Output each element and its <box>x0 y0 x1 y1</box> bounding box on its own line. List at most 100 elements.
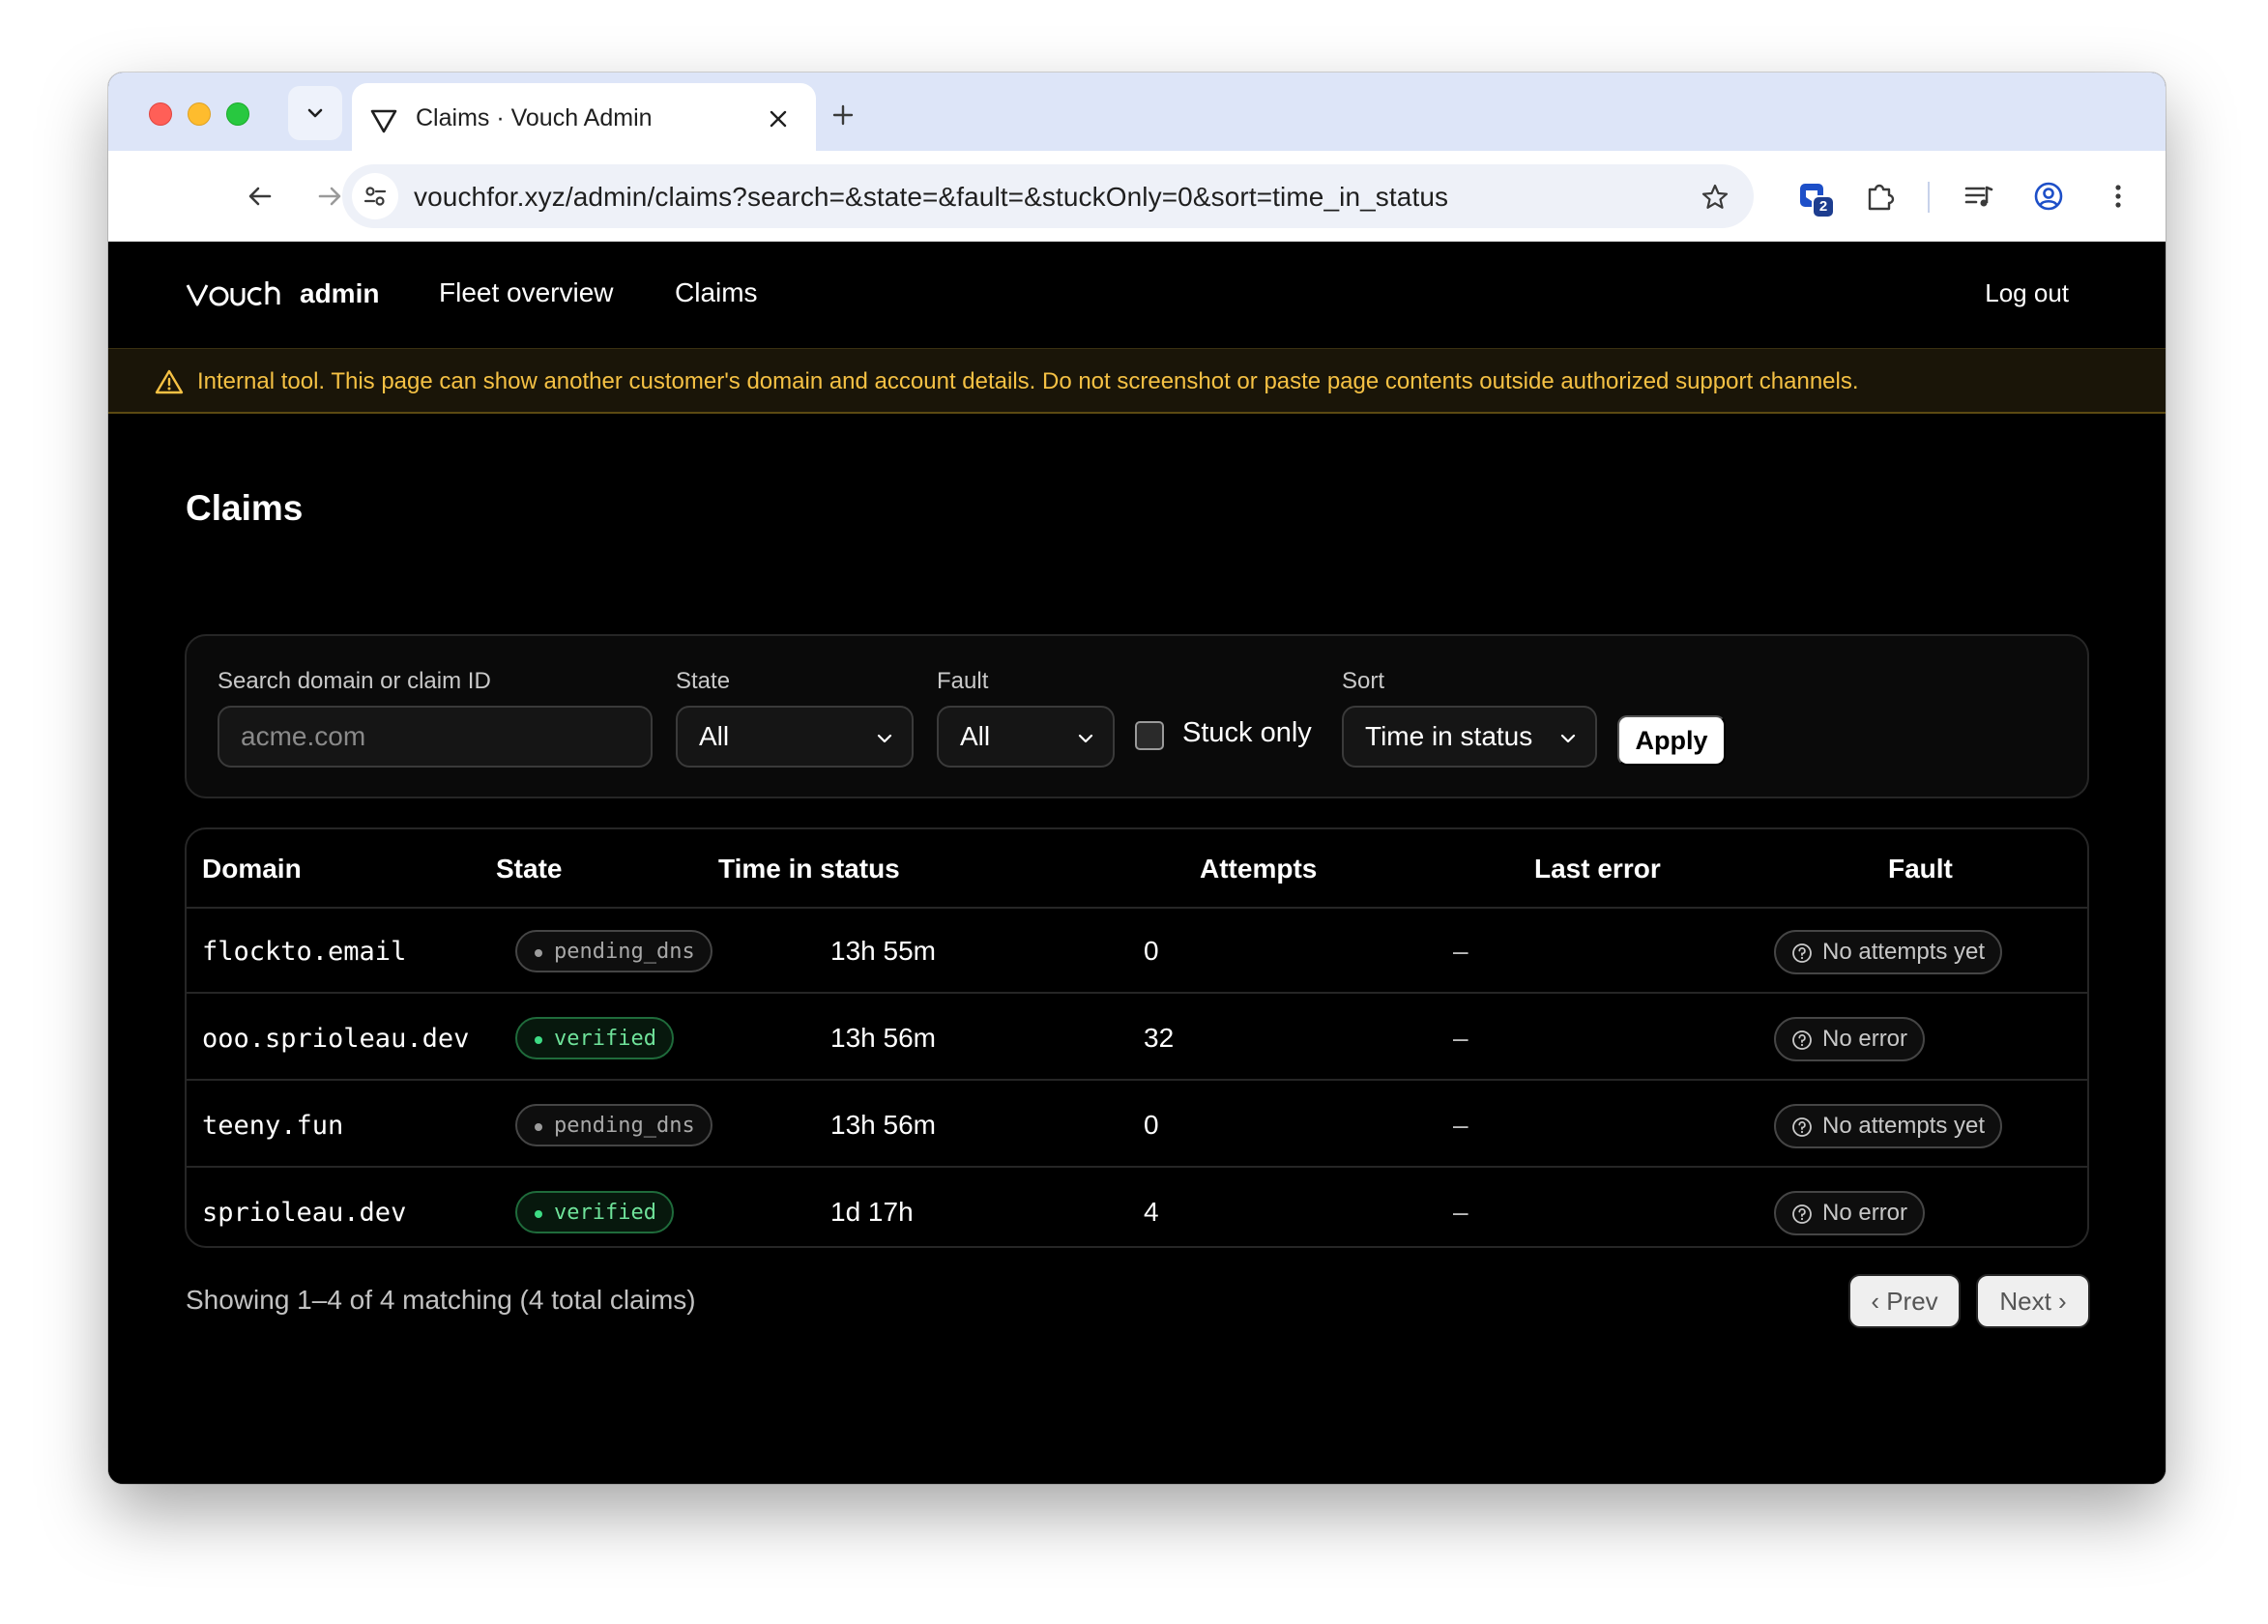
table-row[interactable]: ooo.sprioleau.dev verified 13h 56m 32 – … <box>187 996 2087 1081</box>
chevron-down-icon <box>307 108 323 118</box>
arrow-left-icon <box>248 187 272 206</box>
last-error-cell: – <box>1453 1197 1468 1227</box>
stuck-only-label[interactable]: Stuck only <box>1182 717 1312 749</box>
app-page: admin Fleet overview Claims Log out Inte… <box>108 242 2166 1484</box>
tune-icon <box>363 187 387 206</box>
last-error-cell: – <box>1453 1023 1468 1053</box>
sort-label: Sort <box>1342 668 1385 694</box>
media-controls-button[interactable] <box>1957 174 2001 218</box>
profile-icon <box>2034 182 2063 211</box>
time-cell: 1d 17h <box>830 1197 914 1227</box>
close-icon <box>770 110 787 128</box>
fault-text: No attempts yet <box>1822 939 1986 965</box>
filter-panel: Search domain or claim ID acme.com State… <box>185 634 2089 798</box>
table-row[interactable]: teeny.fun pending_dns 13h 56m 0 – No att… <box>187 1083 2087 1168</box>
apply-button[interactable]: Apply <box>1617 715 1726 766</box>
more-vertical-icon <box>2115 185 2121 208</box>
table-header: Domain State Time in status Attempts Las… <box>187 829 2087 909</box>
column-header-fault[interactable]: Fault <box>1888 854 1953 884</box>
column-header-attempts[interactable]: Attempts <box>1200 854 1317 884</box>
help-circle-icon <box>1792 1030 1812 1050</box>
logo-word: admin <box>300 278 380 308</box>
page-title: Claims <box>186 488 304 528</box>
help-circle-icon <box>1792 1117 1812 1137</box>
domain-cell[interactable]: flockto.email <box>202 937 406 967</box>
fault-text: No attempts yet <box>1822 1113 1986 1139</box>
extension-vouch-button[interactable]: 2 <box>1790 174 1835 218</box>
tab-close-button[interactable] <box>762 102 795 135</box>
browser-window: Claims · Vouch Admin vouchfor.xyz/admin/… <box>108 72 2166 1484</box>
nav-link-fleet-overview[interactable]: Fleet overview <box>439 277 614 308</box>
state-select-value: All <box>699 721 730 751</box>
profile-button[interactable] <box>2026 174 2071 218</box>
star-icon <box>1701 184 1729 209</box>
browser-menu-button[interactable] <box>2096 174 2140 218</box>
sort-select-value: Time in status <box>1365 721 1533 751</box>
bookmark-button[interactable] <box>1696 178 1734 217</box>
extension-badge: 2 <box>1812 195 1835 218</box>
close-window-button[interactable] <box>149 102 172 126</box>
vouch-logo[interactable]: admin <box>186 276 379 311</box>
fault-select[interactable]: All <box>937 706 1115 768</box>
last-error-cell: – <box>1453 936 1468 966</box>
address-bar[interactable]: vouchfor.xyz/admin/claims?search=&state=… <box>342 164 1754 228</box>
fault-badge: No attempts yet <box>1774 930 2003 974</box>
fault-text: No error <box>1822 1026 1908 1052</box>
help-circle-icon <box>1792 943 1812 963</box>
state-badge: verified <box>515 1017 674 1059</box>
warning-banner: Internal tool. This page can show anothe… <box>108 348 2166 414</box>
playlist-icon <box>1964 186 1993 207</box>
attempts-cell: 32 <box>1144 1023 1175 1053</box>
state-select[interactable]: All <box>676 706 914 768</box>
column-header-state[interactable]: State <box>496 854 562 884</box>
arrow-right-icon <box>318 187 341 206</box>
chevron-down-icon <box>1560 734 1576 743</box>
attempts-cell: 0 <box>1144 936 1159 966</box>
plus-icon <box>832 104 854 126</box>
chevron-down-icon <box>1078 734 1093 743</box>
domain-cell[interactable]: teeny.fun <box>202 1111 343 1141</box>
time-cell: 13h 56m <box>830 1110 936 1140</box>
new-tab-button[interactable] <box>824 96 862 134</box>
state-badge: pending_dns <box>515 1104 712 1146</box>
last-error-cell: – <box>1453 1110 1468 1140</box>
browser-tab[interactable]: Claims · Vouch Admin <box>352 83 816 153</box>
puzzle-icon <box>1868 184 1895 211</box>
extensions-button[interactable] <box>1858 174 1903 218</box>
nav-link-claims[interactable]: Claims <box>675 277 758 308</box>
back-button[interactable] <box>238 174 282 218</box>
stuck-only-checkbox[interactable] <box>1135 721 1164 750</box>
logout-button[interactable]: Log out <box>1985 278 2069 308</box>
state-label: State <box>676 668 731 694</box>
tab-search-button[interactable] <box>288 86 342 140</box>
state-badge: pending_dns <box>515 930 712 972</box>
table-row[interactable]: flockto.email pending_dns 13h 55m 0 – No… <box>187 909 2087 994</box>
url-text[interactable]: vouchfor.xyz/admin/claims?search=&state=… <box>414 182 1448 213</box>
time-cell: 13h 56m <box>830 1023 936 1053</box>
sort-select[interactable]: Time in status <box>1342 706 1597 768</box>
search-input[interactable]: acme.com <box>218 706 653 768</box>
column-header-last-error[interactable]: Last error <box>1534 854 1661 884</box>
pagination-summary: Showing 1–4 of 4 matching (4 total claim… <box>186 1285 696 1315</box>
prev-page-button[interactable]: ‹ Prev <box>1848 1274 1961 1328</box>
column-header-domain[interactable]: Domain <box>202 854 302 884</box>
attempts-cell: 4 <box>1144 1197 1159 1227</box>
domain-cell[interactable]: sprioleau.dev <box>202 1198 406 1228</box>
tab-bar: Claims · Vouch Admin <box>108 72 2166 153</box>
minimize-window-button[interactable] <box>188 102 211 126</box>
site-info-button[interactable] <box>352 173 398 219</box>
time-cell: 13h 55m <box>830 936 936 966</box>
state-badge: verified <box>515 1191 674 1233</box>
chevron-down-icon <box>877 734 892 743</box>
claims-table: Domain State Time in status Attempts Las… <box>185 827 2089 1248</box>
browser-toolbar: vouchfor.xyz/admin/claims?search=&state=… <box>108 151 2166 242</box>
fault-text: No error <box>1822 1200 1908 1226</box>
table-row[interactable]: sprioleau.dev verified 1d 17h 4 – No err… <box>187 1170 2087 1246</box>
attempts-cell: 0 <box>1144 1110 1159 1140</box>
zoom-window-button[interactable] <box>226 102 249 126</box>
next-page-button[interactable]: Next › <box>1976 1274 2090 1328</box>
fault-badge: No error <box>1774 1191 1926 1235</box>
column-header-time-in-status[interactable]: Time in status <box>718 854 900 884</box>
tab-title: Claims · Vouch Admin <box>416 104 653 131</box>
domain-cell[interactable]: ooo.sprioleau.dev <box>202 1024 469 1054</box>
